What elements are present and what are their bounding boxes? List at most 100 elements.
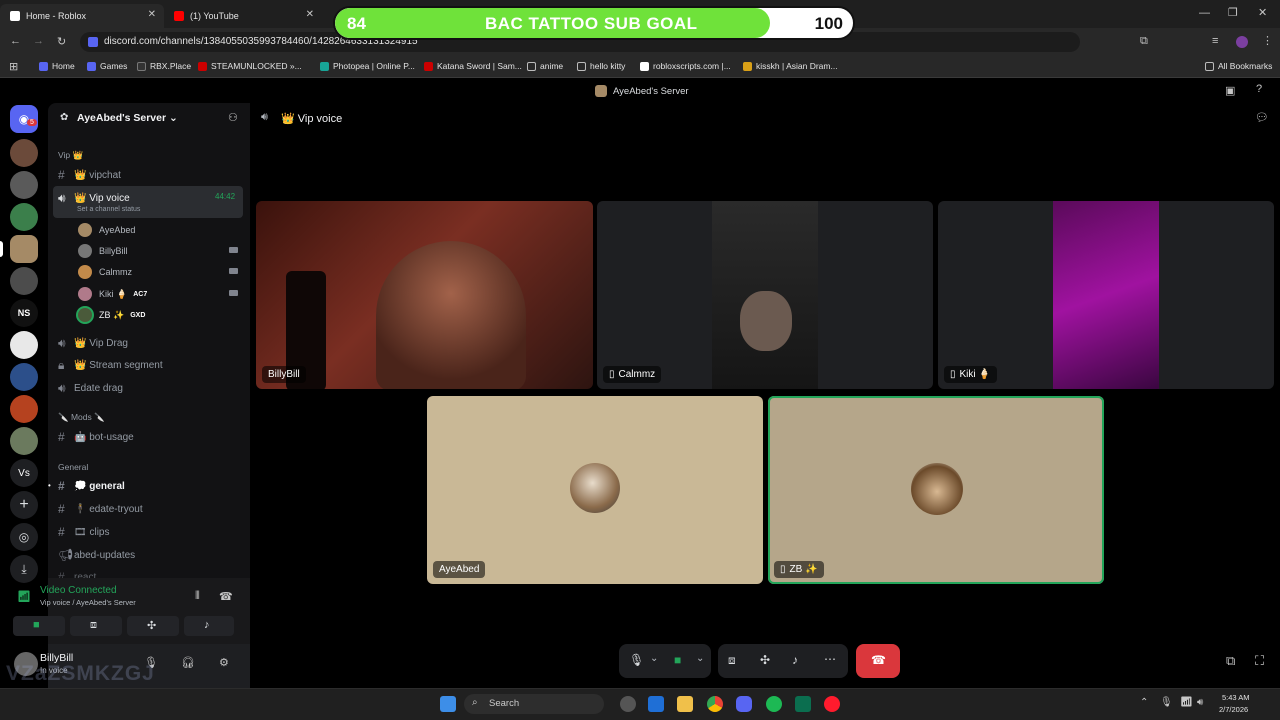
channel-bot-usage[interactable]: # 🤖 bot-usage bbox=[58, 430, 134, 444]
server-icon[interactable] bbox=[10, 139, 38, 167]
camera-toggle-button[interactable]: ■ bbox=[13, 616, 65, 636]
taskbar-search[interactable]: ⌕ Search bbox=[464, 694, 604, 714]
disconnect-icon[interactable]: ☎ bbox=[219, 590, 233, 603]
bookmark-robloxscripts[interactable]: robloxscripts.com |... bbox=[640, 61, 731, 71]
bookmark-games[interactable]: Games bbox=[87, 61, 127, 71]
store-icon[interactable] bbox=[648, 696, 664, 712]
channel-general[interactable]: # 💭 general bbox=[58, 479, 125, 493]
close-tab-icon[interactable]: ✕ bbox=[148, 9, 156, 20]
voice-user[interactable]: Kiki 🍦 AC7 bbox=[78, 287, 147, 301]
add-server-icon[interactable]: + bbox=[10, 491, 38, 519]
reading-list-icon[interactable]: ≡ bbox=[1212, 35, 1218, 47]
activities-button[interactable]: ✣ bbox=[127, 616, 179, 636]
microphone-tray-icon[interactable]: 🎙︎ bbox=[1160, 697, 1173, 708]
close-tab-icon[interactable]: ✕ bbox=[306, 9, 314, 20]
taskbar-date[interactable]: 2/7/2026 bbox=[1219, 705, 1248, 714]
video-tile-calmmz[interactable]: ▯ Calmmz bbox=[597, 201, 933, 389]
start-icon[interactable] bbox=[440, 696, 456, 712]
wifi-icon[interactable]: 📶︎ bbox=[1180, 697, 1193, 708]
video-tile-ayeabed[interactable]: AyeAbed bbox=[427, 396, 763, 584]
extensions-icon[interactable]: ⧉ bbox=[1140, 35, 1148, 48]
activities-icon[interactable]: ✣ bbox=[760, 653, 770, 667]
video-tile-kiki[interactable]: ▯ Kiki 🍦 bbox=[938, 201, 1274, 389]
download-icon[interactable]: ⤓ bbox=[10, 555, 38, 583]
invite-icon[interactable]: ⚇ bbox=[228, 111, 238, 124]
active-server-icon[interactable] bbox=[10, 235, 38, 263]
volume-icon[interactable]: 🔊︎ bbox=[1197, 697, 1203, 708]
server-name[interactable]: AyeAbed's Server ⌄ bbox=[77, 112, 178, 124]
popout-icon[interactable]: ⧉ bbox=[1226, 653, 1235, 669]
bookmark-hello-kitty[interactable]: hello kitty bbox=[577, 61, 625, 71]
channel-edate-drag[interactable]: 🔊︎ Edate drag bbox=[58, 381, 123, 396]
channel-vip-voice[interactable]: 🔊︎ 👑 Vip voice bbox=[58, 191, 130, 206]
all-bookmarks[interactable]: All Bookmarks bbox=[1205, 61, 1272, 71]
channel-edate-tryout[interactable]: # 🕴 edate-tryout bbox=[58, 502, 143, 516]
noise-suppression-icon[interactable]: ⦀ bbox=[195, 590, 200, 603]
discord-icon[interactable] bbox=[736, 696, 752, 712]
server-icon[interactable] bbox=[10, 427, 38, 455]
chevron-down-icon[interactable]: ⌄ bbox=[696, 653, 704, 664]
server-icon-vs[interactable]: Vs bbox=[10, 459, 38, 487]
maximize-icon[interactable]: ❐ bbox=[1228, 6, 1238, 19]
headphones-icon[interactable]: 🎧︎ bbox=[181, 656, 195, 669]
chrome-icon[interactable] bbox=[707, 696, 723, 712]
category-general[interactable]: General bbox=[58, 462, 88, 472]
voice-user[interactable]: BillyBill bbox=[78, 244, 128, 258]
screen-share-icon[interactable]: ⧈ bbox=[728, 653, 736, 668]
soundboard-icon[interactable]: ♪ bbox=[792, 653, 798, 667]
chevron-down-icon[interactable]: ⌄ bbox=[650, 653, 658, 664]
camera-icon[interactable]: ■ bbox=[674, 653, 681, 667]
app-icon[interactable] bbox=[795, 696, 811, 712]
apps-grid-icon[interactable]: ⊞ bbox=[9, 60, 18, 73]
screen-share-button[interactable]: ⧈ bbox=[70, 616, 122, 636]
close-window-icon[interactable]: ✕ bbox=[1258, 6, 1267, 19]
bookmark-photopea[interactable]: Photopea | Online P... bbox=[320, 61, 415, 71]
server-icon[interactable] bbox=[10, 363, 38, 391]
help-icon[interactable]: ? bbox=[1256, 83, 1262, 95]
category-mods[interactable]: 🔪 Mods 🔪 bbox=[58, 412, 105, 423]
minimize-icon[interactable]: — bbox=[1199, 7, 1210, 19]
hang-up-button[interactable]: ☎ bbox=[856, 644, 900, 678]
profile-avatar[interactable] bbox=[1236, 36, 1248, 48]
bookmark-home[interactable]: Home bbox=[39, 61, 75, 71]
channel-clips[interactable]: # 🎞 clips bbox=[58, 525, 109, 539]
video-tile-zb[interactable]: ▯ ZB ✨ bbox=[768, 396, 1104, 584]
server-icon-ns[interactable]: NS bbox=[10, 299, 38, 327]
chat-icon[interactable]: 💬︎ bbox=[1255, 111, 1269, 124]
mouse-icon[interactable] bbox=[620, 696, 636, 712]
soundboard-button[interactable]: ♪ bbox=[184, 616, 234, 636]
back-icon[interactable]: ← bbox=[10, 35, 21, 47]
server-icon[interactable] bbox=[10, 395, 38, 423]
more-options-icon[interactable]: ⋯ bbox=[824, 652, 836, 666]
bookmark-anime[interactable]: anime bbox=[527, 61, 563, 71]
settings-gear-icon[interactable]: ⚙ bbox=[219, 656, 229, 669]
bookmark-steamunlocked[interactable]: STEAMUNLOCKED »... bbox=[198, 61, 302, 71]
forward-icon[interactable]: → bbox=[33, 35, 44, 47]
voice-user[interactable]: ZB ✨ GXD bbox=[78, 308, 145, 322]
reload-icon[interactable]: ↻ bbox=[57, 35, 66, 48]
server-icon[interactable] bbox=[10, 267, 38, 295]
bookmark-rbxplace[interactable]: RBX.Place bbox=[137, 61, 191, 71]
server-icon[interactable] bbox=[10, 331, 38, 359]
bookmark-katana[interactable]: Katana Sword | Sam... bbox=[424, 61, 522, 71]
inbox-icon[interactable]: ▣ bbox=[1225, 84, 1235, 97]
spotify-icon[interactable] bbox=[766, 696, 782, 712]
tab-roblox[interactable]: Home - Roblox ✕ bbox=[0, 4, 164, 28]
channel-abed-updates[interactable]: 📢︎ abed-updates bbox=[58, 548, 135, 562]
taskbar-time[interactable]: 5:43 AM bbox=[1222, 693, 1250, 702]
server-icon[interactable] bbox=[10, 203, 38, 231]
channel-vipchat[interactable]: # 👑 vipchat bbox=[58, 168, 121, 182]
chevron-up-icon[interactable]: ⌃ bbox=[1140, 697, 1148, 708]
category-vip[interactable]: Vip 👑 bbox=[58, 150, 83, 161]
voice-location[interactable]: Vip voice / AyeAbed's Server bbox=[40, 598, 136, 607]
fullscreen-icon[interactable]: ⛶ bbox=[1255, 653, 1264, 669]
tab-youtube[interactable]: (1) YouTube ✕ bbox=[164, 4, 322, 28]
microphone-icon[interactable]: 🎙︎ bbox=[629, 653, 644, 667]
menu-icon[interactable]: ⋮ bbox=[1262, 34, 1273, 47]
channel-status[interactable]: Set a channel status bbox=[77, 206, 140, 213]
channel-vip-drag[interactable]: 🔊︎ 👑 Vip Drag bbox=[58, 336, 128, 351]
discover-icon[interactable]: ◎ bbox=[10, 523, 38, 551]
opera-icon[interactable] bbox=[824, 696, 840, 712]
server-icon[interactable] bbox=[10, 171, 38, 199]
channel-stream-segment[interactable]: 🔒︎ 👑 Stream segment bbox=[58, 358, 163, 373]
